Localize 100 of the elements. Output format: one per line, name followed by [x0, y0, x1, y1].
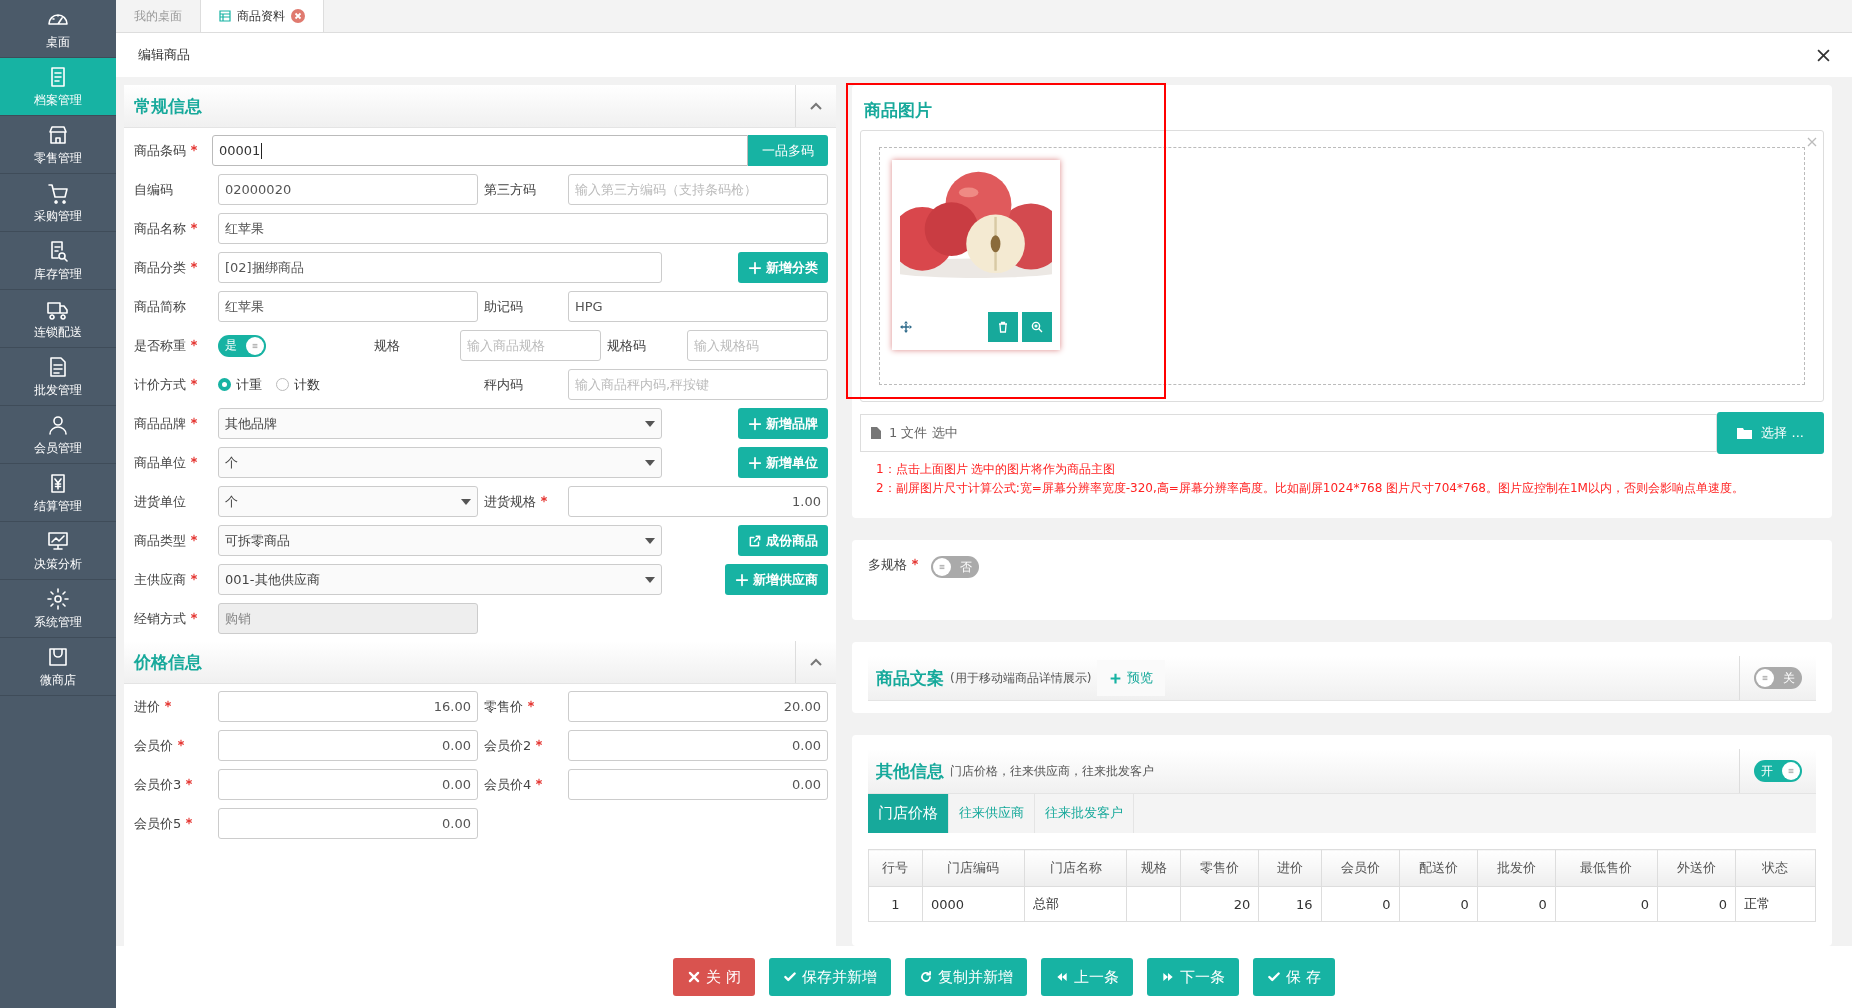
input-field[interactable]: 20.00 [568, 691, 828, 722]
plus-icon [735, 572, 749, 587]
column-header: 门店编码 [922, 849, 1025, 887]
field-label: 进货单位 [134, 492, 187, 511]
field-label: 会员价 [134, 736, 212, 755]
check-icon [1267, 970, 1281, 984]
radio-option[interactable]: 计重 [218, 375, 262, 394]
caret-icon [645, 537, 655, 544]
table-cell: 0 [1477, 886, 1556, 922]
table-cell: 0 [1399, 886, 1478, 922]
required-icon [190, 221, 198, 230]
sidebar-label: 连锁配送 [34, 323, 82, 341]
field-label: 是否称重 [134, 336, 212, 355]
move-icon[interactable] [900, 321, 912, 333]
sidebar-label: 零售管理 [34, 149, 82, 167]
radio-option[interactable]: 计数 [276, 375, 320, 394]
field-label: 零售价 [484, 697, 562, 716]
sidebar-label: 微商店 [40, 671, 76, 689]
table-cell: 0 [1657, 886, 1736, 922]
select-field[interactable]: 个 [218, 486, 478, 517]
field-label: 商品简称 [134, 297, 187, 316]
action-button[interactable]: 关 闭 [673, 958, 755, 996]
field-label: 进货规格 [484, 492, 562, 511]
required-icon [527, 699, 535, 708]
collapse-icon[interactable] [810, 102, 822, 110]
input-field[interactable]: [02]捆绑商品 [218, 252, 662, 283]
field-label: 商品名称 [134, 219, 212, 238]
input-field[interactable]: 0.00 [568, 769, 828, 800]
check-icon [783, 970, 797, 984]
input-field[interactable]: 00001 [212, 135, 748, 166]
table-cell: 20 [1180, 886, 1259, 922]
field-label: 规格 [374, 336, 401, 355]
trash-icon [997, 321, 1009, 333]
sidebar-label: 批发管理 [34, 381, 82, 399]
select-field[interactable]: 其他品牌 [218, 408, 662, 439]
field-label: 计价方式 [134, 375, 212, 394]
lines-icon [251, 341, 259, 350]
folder-icon [1737, 427, 1754, 439]
caret-icon [645, 459, 655, 466]
section-title: 价格信息 [134, 650, 202, 674]
section-title: 常规信息 [134, 94, 202, 118]
table-cell: 0 [1321, 886, 1400, 922]
section-subtitle: (用于移动端商品详情展示) [950, 669, 1092, 687]
close-icon[interactable] [1817, 48, 1830, 62]
required-icon [190, 377, 198, 386]
input-field[interactable]: HPG [568, 291, 828, 322]
required-icon [535, 777, 544, 786]
zoom-button[interactable] [1022, 312, 1052, 342]
plus-icon [748, 416, 762, 431]
select-field[interactable]: 可拆零商品 [218, 525, 662, 556]
field-label: 自编码 [134, 180, 174, 199]
required-icon [190, 533, 198, 542]
required-icon [540, 494, 548, 503]
field-label: 商品品牌 [134, 414, 212, 433]
select-field[interactable]: 个 [218, 447, 662, 478]
sidebar-label: 系统管理 [34, 613, 82, 631]
note-text: 2：副屏图片尺寸计算公式:宽=屏幕分辨率宽度-320,高=屏幕分辨率高度。比如副屏1024*768 图片尺寸704*768。图片应控制在1M以内，否则会影响点单速度。 [876, 480, 1745, 497]
sidebar-label: 档案管理 [34, 91, 82, 109]
note-text: 1：点击上面图片 选中的图片将作为商品主图 [876, 461, 1117, 478]
required-icon [190, 572, 198, 581]
required-icon [535, 738, 544, 747]
column-header: 门店名称 [1024, 849, 1127, 887]
plus-icon [748, 260, 762, 275]
table-cell: 0000 [922, 886, 1025, 922]
external-link-icon [748, 533, 762, 548]
plus-icon [748, 455, 762, 470]
field-label: 经销方式 [134, 609, 212, 628]
field-label: 第三方码 [484, 180, 537, 199]
tab[interactable]: 商品资料 [200, 0, 324, 32]
input-field[interactable]: 红苹果 [218, 213, 828, 244]
required-icon [190, 338, 198, 347]
input-field[interactable]: 0.00 [218, 808, 478, 839]
sidebar-label: 库存管理 [34, 265, 82, 283]
required-icon [164, 699, 172, 708]
caret-icon [645, 420, 655, 427]
page-title: 编辑商品 [138, 46, 190, 64]
required-icon [911, 558, 919, 566]
input-field[interactable]: 16.00 [218, 691, 478, 722]
lines-icon [1761, 674, 1769, 682]
plus-icon [1109, 671, 1123, 685]
column-header: 配送价 [1399, 849, 1478, 887]
close-icon [687, 970, 702, 984]
field-label: 商品分类 [134, 258, 212, 277]
input-field[interactable]: 0.00 [218, 769, 478, 800]
sidebar-label: 采购管理 [34, 207, 82, 225]
input-field[interactable]: 0.00 [568, 730, 828, 761]
section-title: 商品文案 [876, 666, 944, 690]
input-field[interactable]: 0.00 [218, 730, 478, 761]
sidebar-label: 决策分析 [34, 555, 82, 573]
required-icon [185, 816, 194, 825]
required-icon [190, 143, 198, 152]
delete-button[interactable] [988, 312, 1018, 342]
input-field[interactable]: 红苹果 [218, 291, 478, 322]
section-subtitle: 门店价格，往来供应商，往来批发客户 [950, 762, 1154, 780]
input-field[interactable]: 1.00 [568, 486, 828, 517]
sidebar-label: 会员管理 [34, 439, 82, 457]
select-field[interactable]: 001-其他供应商 [218, 564, 662, 595]
input-field[interactable]: 02000020 [218, 174, 478, 205]
collapse-icon[interactable] [810, 658, 822, 666]
required-icon [190, 611, 198, 620]
